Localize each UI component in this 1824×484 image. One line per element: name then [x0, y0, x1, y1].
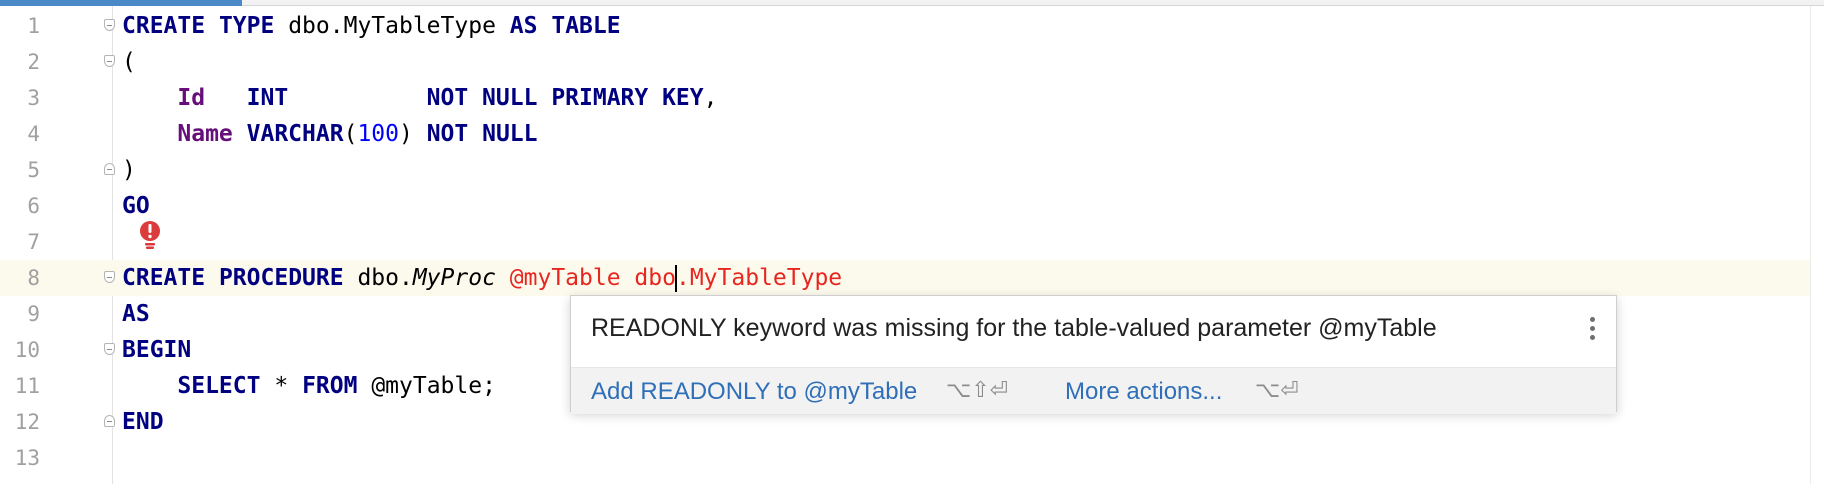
line-number: 3: [27, 86, 40, 110]
line-number: 9: [27, 302, 40, 326]
code-line[interactable]: 5 ): [0, 152, 1810, 188]
line-number: 11: [14, 374, 40, 398]
kebab-menu-icon[interactable]: [1588, 317, 1596, 343]
code-text: GO: [122, 193, 150, 219]
line-number: 7: [27, 230, 40, 254]
code-line-current[interactable]: 8 CREATE PROCEDURE dbo.MyProc @myTable d…: [0, 260, 1810, 296]
more-actions-link[interactable]: More actions...: [1065, 378, 1222, 406]
intention-popup: READONLY keyword was missing for the tab…: [570, 295, 1617, 414]
code-line[interactable]: 4 Name VARCHAR(100) NOT NULL: [0, 116, 1810, 152]
fold-open-icon[interactable]: [104, 19, 115, 31]
line-number: 8: [27, 266, 40, 290]
fold-open-icon[interactable]: [104, 55, 115, 67]
code-text: CREATE TYPE dbo.MyTableType AS TABLE: [122, 13, 621, 39]
fold-close-icon[interactable]: [104, 163, 115, 175]
code-text: (: [122, 49, 136, 75]
code-text: ): [122, 157, 136, 183]
code-line[interactable]: 2 (: [0, 44, 1810, 80]
code-text: END: [122, 409, 164, 435]
code-line[interactable]: 1 CREATE TYPE dbo.MyTableType AS TABLE: [0, 8, 1810, 44]
line-number: 10: [14, 338, 40, 362]
code-line[interactable]: 3 Id INT NOT NULL PRIMARY KEY,: [0, 80, 1810, 116]
error-bulb-icon[interactable]: [139, 220, 161, 250]
code-line[interactable]: 6 GO: [0, 188, 1810, 224]
code-text: Name VARCHAR(100) NOT NULL: [177, 121, 538, 147]
line-number: 4: [27, 122, 40, 146]
code-text: SELECT * FROM @myTable;: [177, 373, 496, 399]
error-highlight: dbo: [634, 265, 676, 291]
primary-shortcut-hint: ⌥⇧⏎: [946, 378, 1009, 403]
inspection-message: READONLY keyword was missing for the tab…: [591, 314, 1437, 342]
fold-open-icon[interactable]: [104, 343, 115, 355]
line-number: 5: [27, 158, 40, 182]
tab-strip-border: [242, 5, 1824, 6]
code-text: AS: [122, 301, 150, 327]
code-text: Id INT NOT NULL PRIMARY KEY,: [177, 85, 718, 111]
code-text: CREATE PROCEDURE dbo.MyProc @myTable dbo…: [122, 265, 843, 292]
line-number: 6: [27, 194, 40, 218]
line-number: 12: [14, 410, 40, 434]
right-margin-guide: [1810, 6, 1811, 484]
add-readonly-action[interactable]: Add READONLY to @myTable: [591, 378, 917, 406]
line-number: 13: [14, 446, 40, 470]
code-text: BEGIN: [122, 337, 192, 363]
fold-open-icon[interactable]: [104, 271, 115, 283]
error-highlight: .MyTableType: [675, 265, 843, 291]
line-number: 2: [27, 50, 40, 74]
more-actions-shortcut-hint: ⌥⏎: [1255, 378, 1299, 403]
quick-fix-bar: Add READONLY to @myTable ⌥⇧⏎ More action…: [571, 367, 1616, 414]
error-highlight: @myTable: [509, 265, 621, 291]
fold-close-icon[interactable]: [104, 415, 115, 427]
line-number: 1: [27, 14, 40, 38]
code-line[interactable]: 13: [0, 440, 1810, 476]
code-line[interactable]: 7: [0, 224, 1810, 260]
